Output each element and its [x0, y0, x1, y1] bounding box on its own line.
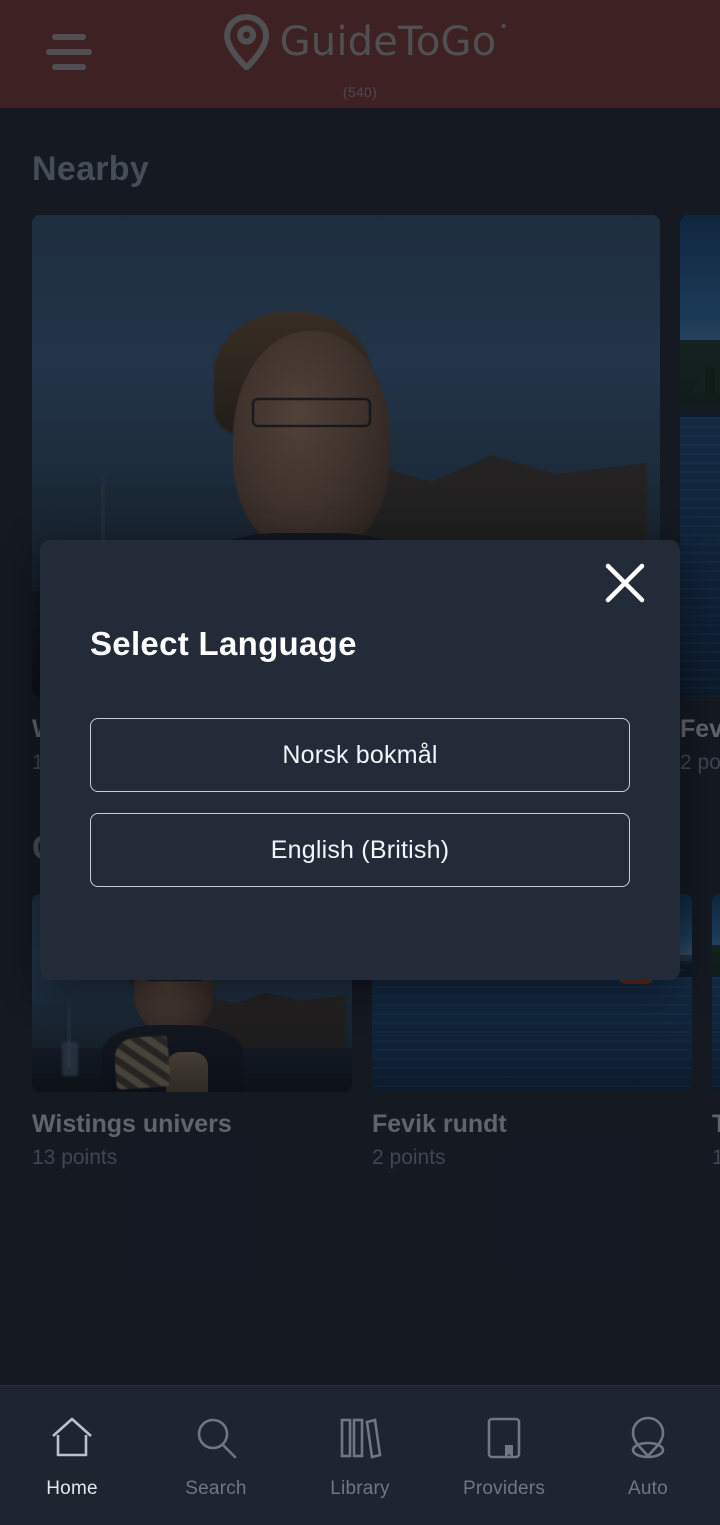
language-option-norsk-bokmal[interactable]: Norsk bokmål: [90, 718, 630, 792]
nav-item-auto[interactable]: Auto: [576, 1386, 720, 1525]
nav-label: Auto: [628, 1477, 668, 1499]
nav-label: Home: [46, 1477, 98, 1499]
language-modal: Select Language Norsk bokmål English (Br…: [40, 540, 680, 980]
home-icon: [52, 1417, 92, 1456]
language-option-label: English (British): [270, 835, 450, 864]
bottom-navigation: Home Search Library Providers Auto: [0, 1385, 720, 1525]
modal-title: Select Language: [90, 625, 357, 662]
nav-item-providers[interactable]: Providers: [432, 1386, 576, 1525]
nav-label: Providers: [462, 1477, 546, 1499]
language-option-label: Norsk bokmål: [282, 740, 438, 769]
language-option-english-british[interactable]: English (British): [90, 813, 630, 887]
pin-person-icon: [631, 1416, 665, 1458]
nav-item-home[interactable]: Home: [0, 1386, 144, 1525]
nav-label: Search: [185, 1477, 247, 1499]
nav-item-library[interactable]: Library: [288, 1386, 432, 1525]
close-icon[interactable]: [602, 560, 648, 606]
search-icon: [197, 1418, 237, 1458]
nav-label: Library: [330, 1477, 390, 1499]
bookmark-icon: [487, 1417, 521, 1458]
nav-item-search[interactable]: Search: [144, 1386, 288, 1525]
app-root: GuideToGo (540) Nearby Wistings univers: [0, 0, 720, 1525]
library-icon: [340, 1417, 382, 1459]
